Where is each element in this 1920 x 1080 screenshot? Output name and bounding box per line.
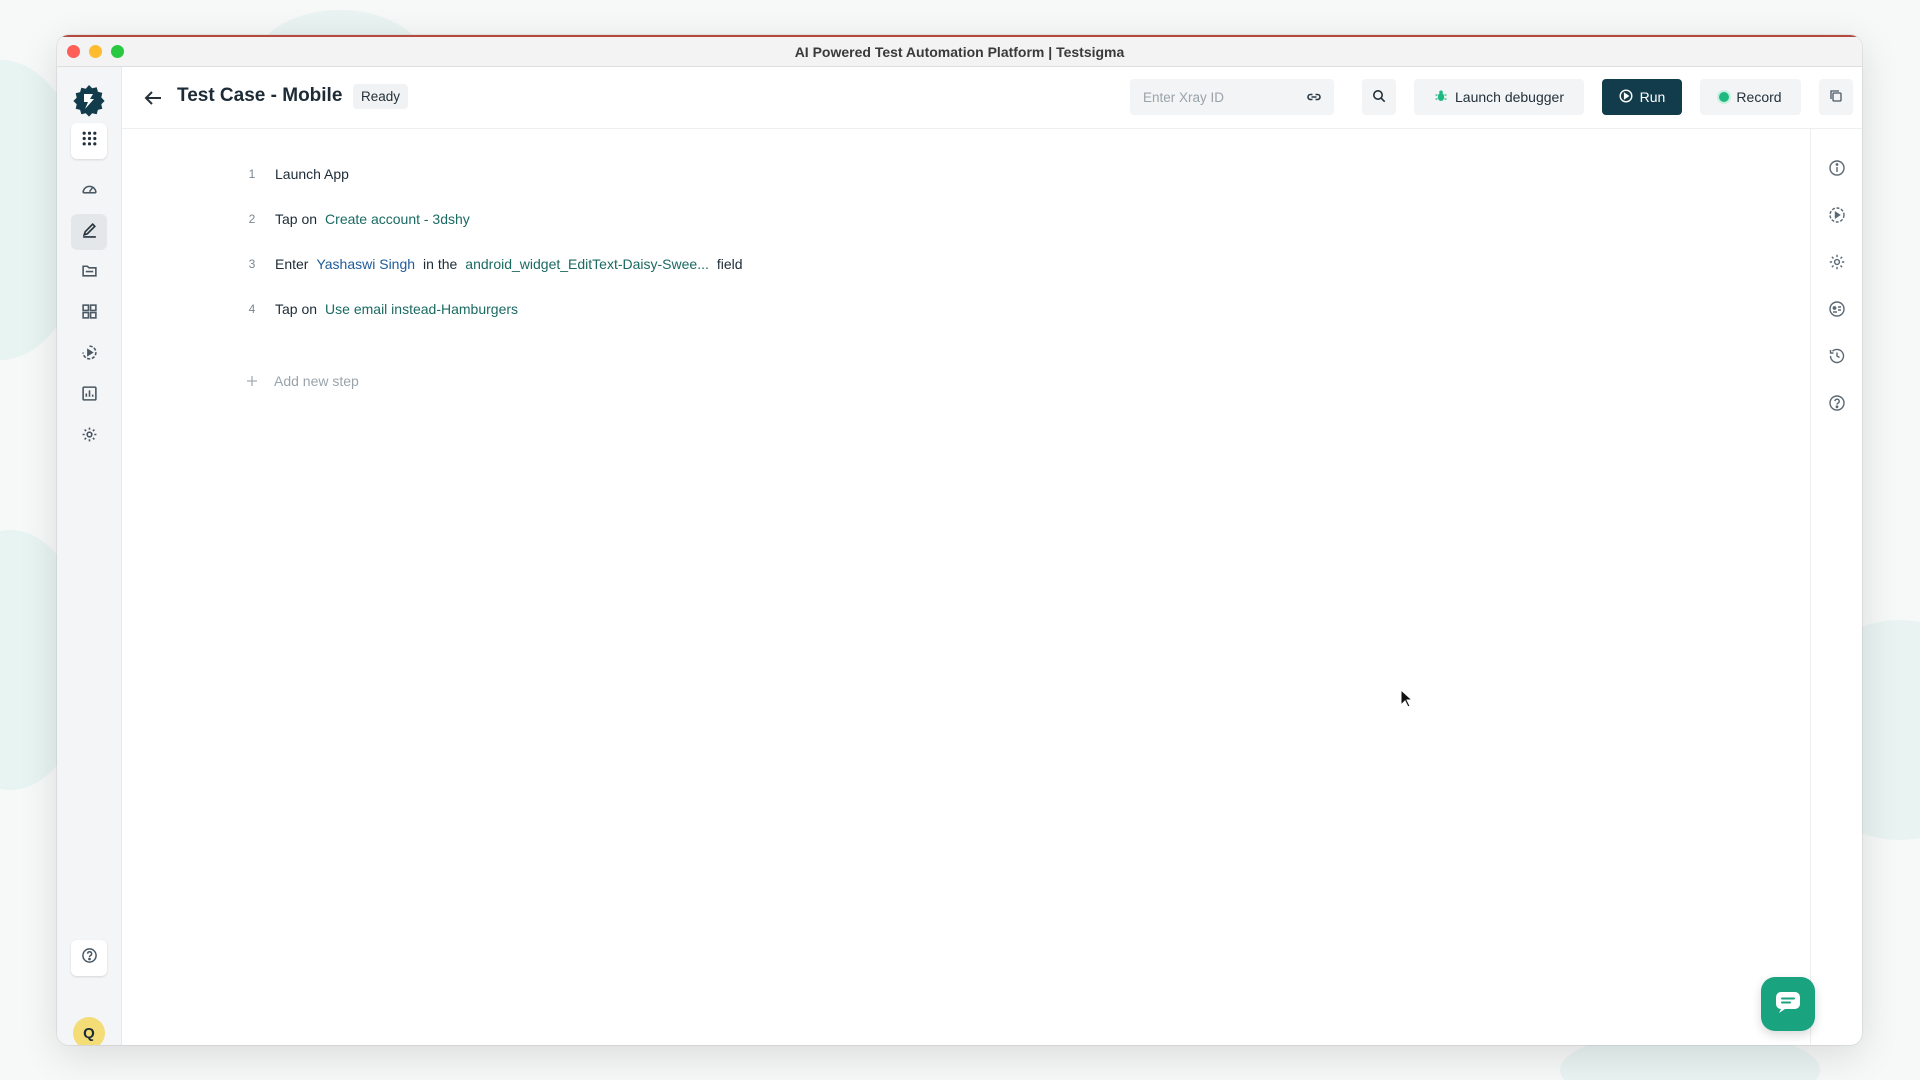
sidebar-item-test-data[interactable]	[71, 255, 107, 291]
header: Test Case - Mobile Ready Launch debugger…	[122, 67, 1862, 129]
record-dot-icon	[1719, 92, 1730, 102]
help-icon	[1828, 395, 1846, 416]
status-badge: Ready	[353, 84, 409, 109]
sidebar-item-dashboard[interactable]	[71, 173, 107, 209]
app-window: AI Powered Test Automation Platform | Te…	[57, 35, 1862, 1045]
arrow-left-icon	[142, 91, 164, 113]
step-action-text: Enter	[275, 256, 309, 272]
step-action-text: in the	[423, 256, 458, 272]
help-icon	[81, 947, 98, 969]
step-number: 1	[248, 167, 256, 181]
apps-grid-icon	[81, 303, 98, 325]
mouse-cursor-icon	[1400, 688, 1414, 709]
launch-debugger-label: Launch debugger	[1455, 89, 1564, 105]
dashboard-gauge-icon	[81, 180, 98, 202]
gear-icon	[1828, 254, 1846, 275]
run-config-button[interactable]	[1828, 206, 1846, 224]
launch-debugger-button[interactable]: Launch debugger	[1414, 79, 1584, 115]
smart-id-icon	[1828, 301, 1846, 322]
link-icon[interactable]	[1306, 89, 1322, 105]
record-button[interactable]: Record	[1700, 79, 1801, 115]
run-button[interactable]: Run	[1602, 79, 1682, 115]
help-button[interactable]	[71, 940, 107, 976]
app-switcher-button[interactable]	[71, 123, 107, 159]
maximize-window-button[interactable]	[111, 45, 124, 58]
sidebar-item-runs[interactable]	[71, 337, 107, 373]
grid-dots-icon	[81, 130, 98, 152]
play-circle-icon	[1619, 88, 1633, 106]
sidebar-item-reports[interactable]	[71, 378, 107, 414]
minimize-window-button[interactable]	[89, 45, 102, 58]
title-bar: AI Powered Test Automation Platform | Te…	[57, 35, 1862, 67]
close-window-button[interactable]	[67, 45, 80, 58]
play-settings-icon	[1828, 207, 1846, 228]
step-number: 2	[248, 212, 256, 226]
details-button[interactable]	[1828, 159, 1846, 177]
chat-widget-button[interactable]	[1761, 977, 1815, 1031]
step-text: Tap on Create account - 3dshy	[275, 211, 470, 227]
xray-id-input[interactable]	[1143, 89, 1303, 105]
back-button[interactable]	[142, 87, 164, 109]
step-number: 3	[248, 257, 256, 271]
step-number: 4	[248, 302, 256, 316]
copy-icon	[1829, 89, 1843, 106]
step-text: Enter Yashaswi Singh in the android_widg…	[275, 256, 743, 272]
settings-button[interactable]	[1828, 253, 1846, 271]
step-action-text: field	[716, 256, 743, 272]
search-icon	[1372, 89, 1386, 106]
sidebar-item-test-cases[interactable]	[71, 214, 107, 250]
sidebar: Q	[57, 67, 122, 1045]
help-button[interactable]	[1828, 394, 1846, 412]
history-icon	[1828, 348, 1846, 369]
record-label: Record	[1736, 89, 1782, 105]
add-step-button[interactable]: Add new step	[244, 373, 359, 389]
right-rail	[1810, 129, 1862, 1045]
window-controls	[67, 45, 124, 58]
history-button[interactable]	[1828, 347, 1846, 365]
step-action-text: Launch App	[275, 166, 349, 182]
ai-assistant-button[interactable]	[1828, 300, 1846, 318]
step-text: Tap on Use email instead-Hamburgers	[275, 301, 518, 317]
add-step-label: Add new step	[274, 373, 359, 389]
chat-bubble-icon	[1774, 990, 1802, 1019]
chart-icon	[81, 385, 98, 407]
info-icon	[1828, 160, 1846, 181]
run-label: Run	[1639, 89, 1666, 105]
step-action-text: Tap on	[275, 211, 318, 227]
play-circle-icon	[81, 344, 98, 366]
testsigma-logo-icon[interactable]	[71, 83, 107, 119]
xray-id-field[interactable]	[1130, 79, 1334, 115]
clone-button[interactable]	[1819, 79, 1853, 115]
sidebar-item-settings[interactable]	[71, 419, 107, 455]
page-title: Test Case - Mobile	[177, 85, 343, 106]
test-data-link[interactable]: Yashaswi Singh	[316, 256, 415, 272]
window-title: AI Powered Test Automation Platform | Te…	[794, 43, 1125, 60]
gear-icon	[81, 426, 98, 448]
sidebar-item-addons[interactable]	[71, 296, 107, 332]
step-action-text: Tap on	[275, 301, 318, 317]
element-link[interactable]: android_widget_EditText-Daisy-Swee...	[465, 256, 709, 272]
search-button[interactable]	[1362, 79, 1396, 115]
element-link[interactable]: Use email instead-Hamburgers	[325, 301, 518, 317]
pencil-icon	[81, 221, 98, 243]
element-link[interactable]: Create account - 3dshy	[325, 211, 470, 227]
step-text: Launch App	[275, 166, 349, 182]
bug-icon	[1434, 89, 1448, 106]
plus-icon	[244, 373, 260, 389]
test-steps-list: 1 Launch App 2 Tap on Create account - 3…	[122, 129, 1810, 1045]
folder-icon	[81, 262, 98, 284]
avatar[interactable]: Q	[73, 1017, 105, 1045]
